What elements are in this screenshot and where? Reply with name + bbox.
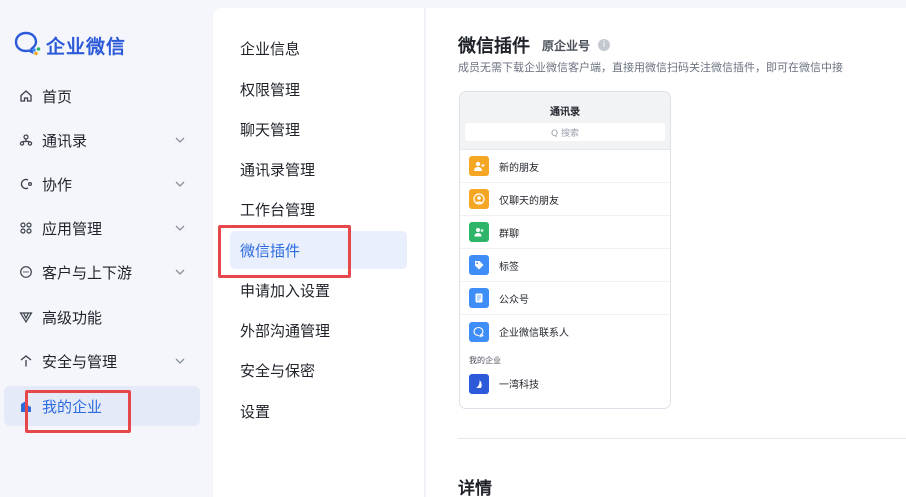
home-icon [18,88,34,104]
chat-bubble-icon [18,264,34,280]
submenu-item-company-info[interactable]: 企业信息 [230,29,407,67]
phone-preview: 通讯录 Q 搜索 新的朋友 仅聊天的朋友 群聊 标签 公众号 企业微信联系人 我… [459,91,671,409]
info-icon[interactable]: i [598,39,611,51]
company-item: 一湾科技 [460,367,670,400]
chevron-down-icon [175,181,185,187]
sidebar-item-label: 高级功能 [42,308,103,327]
submenu-item-workbench[interactable]: 工作台管理 [230,190,407,228]
collaboration-icon [18,176,34,192]
sidebar-item-collaboration[interactable]: 协作 [4,164,200,204]
submenu-item-external-communication[interactable]: 外部沟通管理 [230,311,407,349]
page-subtitle: 原企业号 [542,38,591,53]
sidebar-item-contacts[interactable]: 通讯录 [4,120,200,160]
sidebar-item-label: 应用管理 [42,219,103,238]
page-title: 微信插件 [458,36,530,57]
phone-header: 通讯录 Q 搜索 [460,92,670,150]
tag-icon [469,255,489,275]
sidebar-item-home[interactable]: 首页 [4,76,200,116]
add-friend-icon [469,156,489,176]
submenu-item-permissions[interactable]: 权限管理 [230,70,407,108]
submenu-item-contacts-management[interactable]: 通讯录管理 [230,150,407,188]
contact-item: 公众号 [460,282,670,315]
contact-item: 标签 [460,249,670,282]
wecom-contact-icon [469,321,489,342]
group-chat-icon [469,222,489,242]
chat-friend-icon [469,189,489,209]
apps-grid-icon [18,220,34,236]
app-logo-text: 企业微信 [46,35,127,58]
chevron-down-icon [175,269,185,275]
contact-label: 企业微信联系人 [499,328,569,339]
org-chart-icon [18,132,34,148]
phone-title: 通讯录 [550,107,580,118]
contact-item: 企业微信联系人 [460,315,670,348]
section-divider [458,438,906,439]
sidebar-item-security[interactable]: 安全与管理 [4,341,200,381]
contact-label: 标签 [499,261,519,273]
sidebar-item-advanced[interactable]: 高级功能 [4,297,200,337]
contact-item: 仅聊天的朋友 [460,183,670,216]
company-label: 一湾科技 [499,380,539,391]
details-heading: 详情 [458,479,492,497]
contact-item: 新的朋友 [460,150,670,183]
app-logo[interactable]: 企业微信 [14,30,127,60]
wecom-logo-icon [14,30,42,60]
secondary-menu: 企业信息 权限管理 聊天管理 通讯录管理 工作台管理 微信插件 申请加入设置 外… [213,8,425,497]
sidebar-item-app-management[interactable]: 应用管理 [4,208,200,248]
sidebar-item-label: 通讯录 [42,131,88,150]
chevron-down-icon [175,358,185,364]
sidebar-item-label: 协作 [42,175,73,194]
annotation-highlight-box [218,225,351,278]
shield-icon [18,353,34,369]
submenu-item-chat-management[interactable]: 聊天管理 [230,110,407,148]
contact-label: 群聊 [499,228,519,240]
company-logo-icon [469,373,489,394]
v-badge-icon [18,309,34,325]
sidebar-item-label: 首页 [42,87,73,106]
contact-label: 仅聊天的朋友 [499,195,559,207]
phone-section-label: 我的企业 [469,356,501,365]
chevron-down-icon [175,225,185,231]
main-content: 微信插件 原企业号 i 成员无需下载企业微信客户端，直接用微信扫码关注微信插件，… [426,8,906,497]
sidebar: 企业微信 首页 通讯录 协作 应用管理 客户与上下游 高级功能 安全与管理 我的… [0,0,213,497]
contact-item: 群聊 [460,216,670,249]
chevron-down-icon [175,137,185,143]
submenu-item-security-privacy[interactable]: 安全与保密 [230,351,407,389]
sidebar-item-label: 客户与上下游 [42,263,133,282]
official-account-icon [469,288,489,308]
contact-label: 新的朋友 [499,162,539,174]
phone-search-box: Q 搜索 [465,123,665,141]
page-description: 成员无需下载企业微信客户端，直接用微信扫码关注微信插件，即可在微信中接 [458,61,843,74]
contact-label: 公众号 [499,294,529,306]
submenu-item-settings[interactable]: 设置 [230,392,407,430]
annotation-highlight-box [25,390,131,433]
sidebar-item-customers[interactable]: 客户与上下游 [4,252,200,292]
page-header: 微信插件 原企业号 i [458,32,611,58]
sidebar-item-label: 安全与管理 [42,352,118,371]
